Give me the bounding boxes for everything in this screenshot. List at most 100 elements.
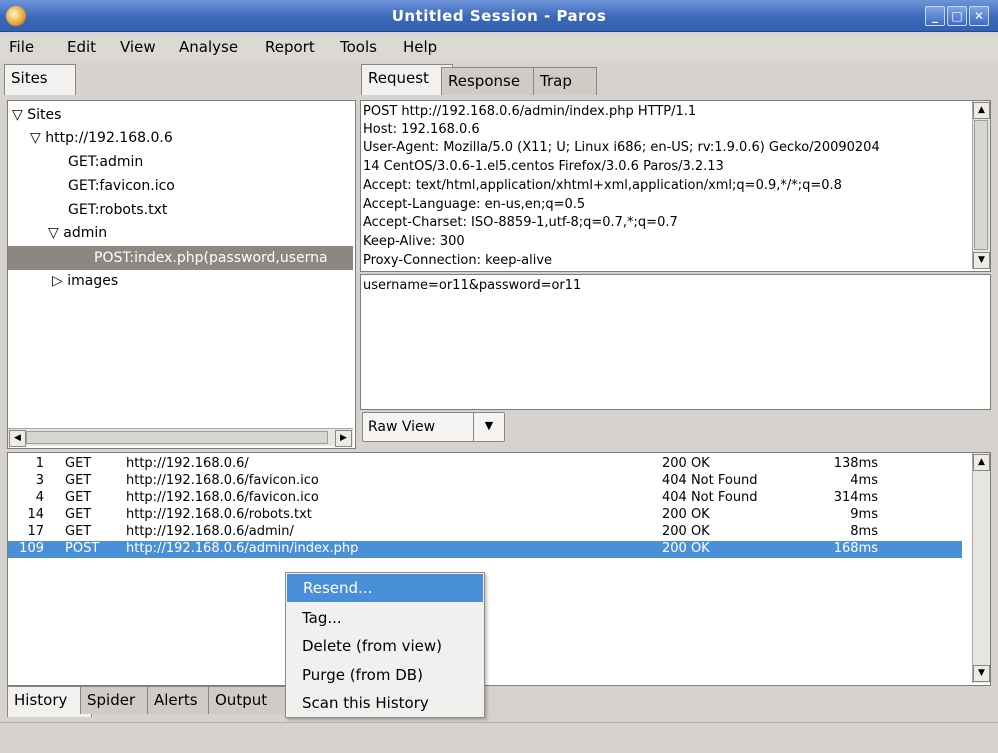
expand-icon[interactable]: ▽ xyxy=(12,107,23,123)
scroll-right-icon[interactable]: ▶ xyxy=(335,430,352,447)
menu-item-resend[interactable]: Resend... xyxy=(287,574,483,602)
cell-id: 14 xyxy=(27,507,44,522)
collapse-icon[interactable]: ▷ xyxy=(52,273,63,289)
menu-item-scan[interactable]: Scan this History xyxy=(286,689,482,717)
cell-url: http://192.168.0.6/favicon.ico xyxy=(126,473,319,488)
view-select-value: Raw View xyxy=(368,419,436,435)
cell-url: http://192.168.0.6/robots.txt xyxy=(126,507,312,522)
menu-item-tag[interactable]: Tag... xyxy=(286,604,482,632)
menu-report[interactable]: Report xyxy=(265,38,315,56)
tree-item-selected[interactable]: POST:index.php(password,userna xyxy=(94,250,328,266)
header-line: Accept-Charset: ISO-8859-1,utf-8;q=0.7,*… xyxy=(363,215,678,230)
app-icon[interactable] xyxy=(6,6,26,26)
menu-tools[interactable]: Tools xyxy=(340,38,377,56)
view-select[interactable]: Raw View ▼ xyxy=(362,412,505,442)
cell-method: GET xyxy=(65,507,92,522)
cell-id: 1 xyxy=(35,456,44,471)
header-line: Accept: text/html,application/xhtml+xml,… xyxy=(363,178,842,193)
close-icon[interactable]: ✕ xyxy=(969,6,989,26)
header-line: Proxy-Connection: keep-alive xyxy=(363,253,553,268)
context-menu: Resend... Tag... Delete (from view) Purg… xyxy=(285,572,485,718)
menu-file[interactable]: File xyxy=(9,38,34,56)
menu-item-purge[interactable]: Purge (from DB) xyxy=(286,661,482,689)
cell-time: 4ms xyxy=(850,473,878,488)
table-row[interactable]: 3 GET http://192.168.0.6/favicon.ico 404 No… xyxy=(8,473,962,490)
tree-item[interactable]: GET:robots.txt xyxy=(68,202,167,218)
cell-status: 200 OK xyxy=(662,541,710,556)
history-table: 1 GET http://192.168.0.6/200 OK 138ms 3 GET ht… xyxy=(7,452,991,686)
cell-method: GET xyxy=(65,473,92,488)
request-body-text: username=or11&password=or11 xyxy=(363,278,582,293)
chevron-down-icon[interactable]: ▼ xyxy=(473,413,504,441)
vertical-scrollbar[interactable]: ▲ ▼ xyxy=(972,101,990,269)
cell-time: 314ms xyxy=(833,490,878,505)
cell-method: GET xyxy=(65,490,92,505)
scroll-down-icon[interactable]: ▼ xyxy=(973,252,990,269)
menu-help[interactable]: Help xyxy=(403,38,437,56)
tree-item[interactable]: GET:favicon.ico xyxy=(68,178,175,194)
header-line: Keep-Alive: 300 xyxy=(363,234,465,249)
status-bar xyxy=(0,722,998,753)
tab-trap[interactable]: Trap xyxy=(533,67,597,95)
header-line: POST http://192.168.0.6/admin/index.php … xyxy=(363,104,697,119)
vertical-scrollbar[interactable]: ▲ ▼ xyxy=(972,453,990,683)
tab-sites[interactable]: Sites xyxy=(4,64,76,95)
scroll-up-icon[interactable]: ▲ xyxy=(973,454,990,471)
menu-item-delete[interactable]: Delete (from view) xyxy=(286,632,482,660)
cell-time: 8ms xyxy=(850,524,878,539)
tree-host[interactable]: ▽ http://192.168.0.6 xyxy=(30,130,173,146)
expand-icon[interactable]: ▽ xyxy=(48,225,59,241)
table-row[interactable]: 14 GET http://192.168.0.6/robots.txt 200 OK… xyxy=(8,507,962,524)
table-row[interactable]: 1 GET http://192.168.0.6/200 OK 138ms xyxy=(8,456,962,473)
table-row[interactable]: 109 POST http://192.168.0.6/admin/index.ph… xyxy=(8,541,962,558)
request-header-panel[interactable]: POST http://192.168.0.6/admin/index.php … xyxy=(360,100,991,272)
cell-url: http://192.168.0.6/favicon.ico xyxy=(126,490,319,505)
window-title: Untitled Session - Paros xyxy=(391,7,607,25)
table-row[interactable]: 4 GET http://192.168.0.6/favicon.ico 404 No… xyxy=(8,490,962,507)
cell-id: 17 xyxy=(27,524,44,539)
menu-analyse[interactable]: Analyse xyxy=(179,38,238,56)
scroll-up-icon[interactable]: ▲ xyxy=(973,102,990,119)
scroll-down-icon[interactable]: ▼ xyxy=(973,665,990,682)
tab-response[interactable]: Response xyxy=(441,67,545,95)
title-bar[interactable]: Untitled Session - Paros xyxy=(0,0,998,32)
cell-method: GET xyxy=(65,456,92,471)
tree-root[interactable]: ▽ Sites xyxy=(12,107,61,123)
cell-time: 168ms xyxy=(833,541,878,556)
table-row[interactable]: 17 GET http://192.168.0.6/admin/200 OK 8ms xyxy=(8,524,962,541)
tab-output[interactable]: Output xyxy=(208,686,290,714)
expand-icon[interactable]: ▽ xyxy=(30,130,41,146)
header-line: Host: 192.168.0.6 xyxy=(363,122,480,137)
cell-status: 404 Not Found xyxy=(662,490,758,505)
cell-url: http://192.168.0.6/ xyxy=(126,456,249,471)
minimize-icon[interactable]: _ xyxy=(925,6,945,26)
request-body-panel[interactable]: username=or11&password=or11 xyxy=(360,274,991,410)
cell-id: 3 xyxy=(35,473,44,488)
header-line: User-Agent: Mozilla/5.0 (X11; U; Linux i… xyxy=(363,140,880,155)
tree-folder-admin[interactable]: ▽ admin xyxy=(48,225,107,241)
tab-request[interactable]: Request xyxy=(361,64,453,95)
cell-status: 200 OK xyxy=(662,524,710,539)
sites-tree: ▽ Sites ▽ http://192.168.0.6 GET:admin G… xyxy=(7,100,356,449)
scroll-thumb[interactable] xyxy=(974,120,988,250)
cell-status: 200 OK xyxy=(662,507,710,522)
cell-id: 4 xyxy=(35,490,44,505)
horizontal-scrollbar[interactable]: ◀ ▶ xyxy=(8,428,353,447)
cell-url: http://192.168.0.6/admin/ xyxy=(126,524,294,539)
tree-item[interactable]: GET:admin xyxy=(68,154,143,170)
header-line: 14 CentOS/3.0.6-1.el5.centos Firefox/3.0… xyxy=(363,159,724,174)
menu-view[interactable]: View xyxy=(120,38,156,56)
scroll-thumb[interactable] xyxy=(26,431,328,444)
tree-folder-images[interactable]: ▷ images xyxy=(52,273,118,289)
cell-url: http://192.168.0.6/admin/index.php xyxy=(126,541,359,556)
cell-status: 200 OK xyxy=(662,456,710,471)
cell-status: 404 Not Found xyxy=(662,473,758,488)
maximize-icon[interactable]: □ xyxy=(947,6,967,26)
cell-method: POST xyxy=(65,541,100,556)
cell-method: GET xyxy=(65,524,92,539)
scroll-left-icon[interactable]: ◀ xyxy=(9,430,26,447)
menu-bar: File Edit View Analyse Report Tools Help xyxy=(0,33,998,61)
menu-edit[interactable]: Edit xyxy=(67,38,96,56)
header-line: Accept-Language: en-us,en;q=0.5 xyxy=(363,197,586,212)
cell-time: 138ms xyxy=(833,456,878,471)
